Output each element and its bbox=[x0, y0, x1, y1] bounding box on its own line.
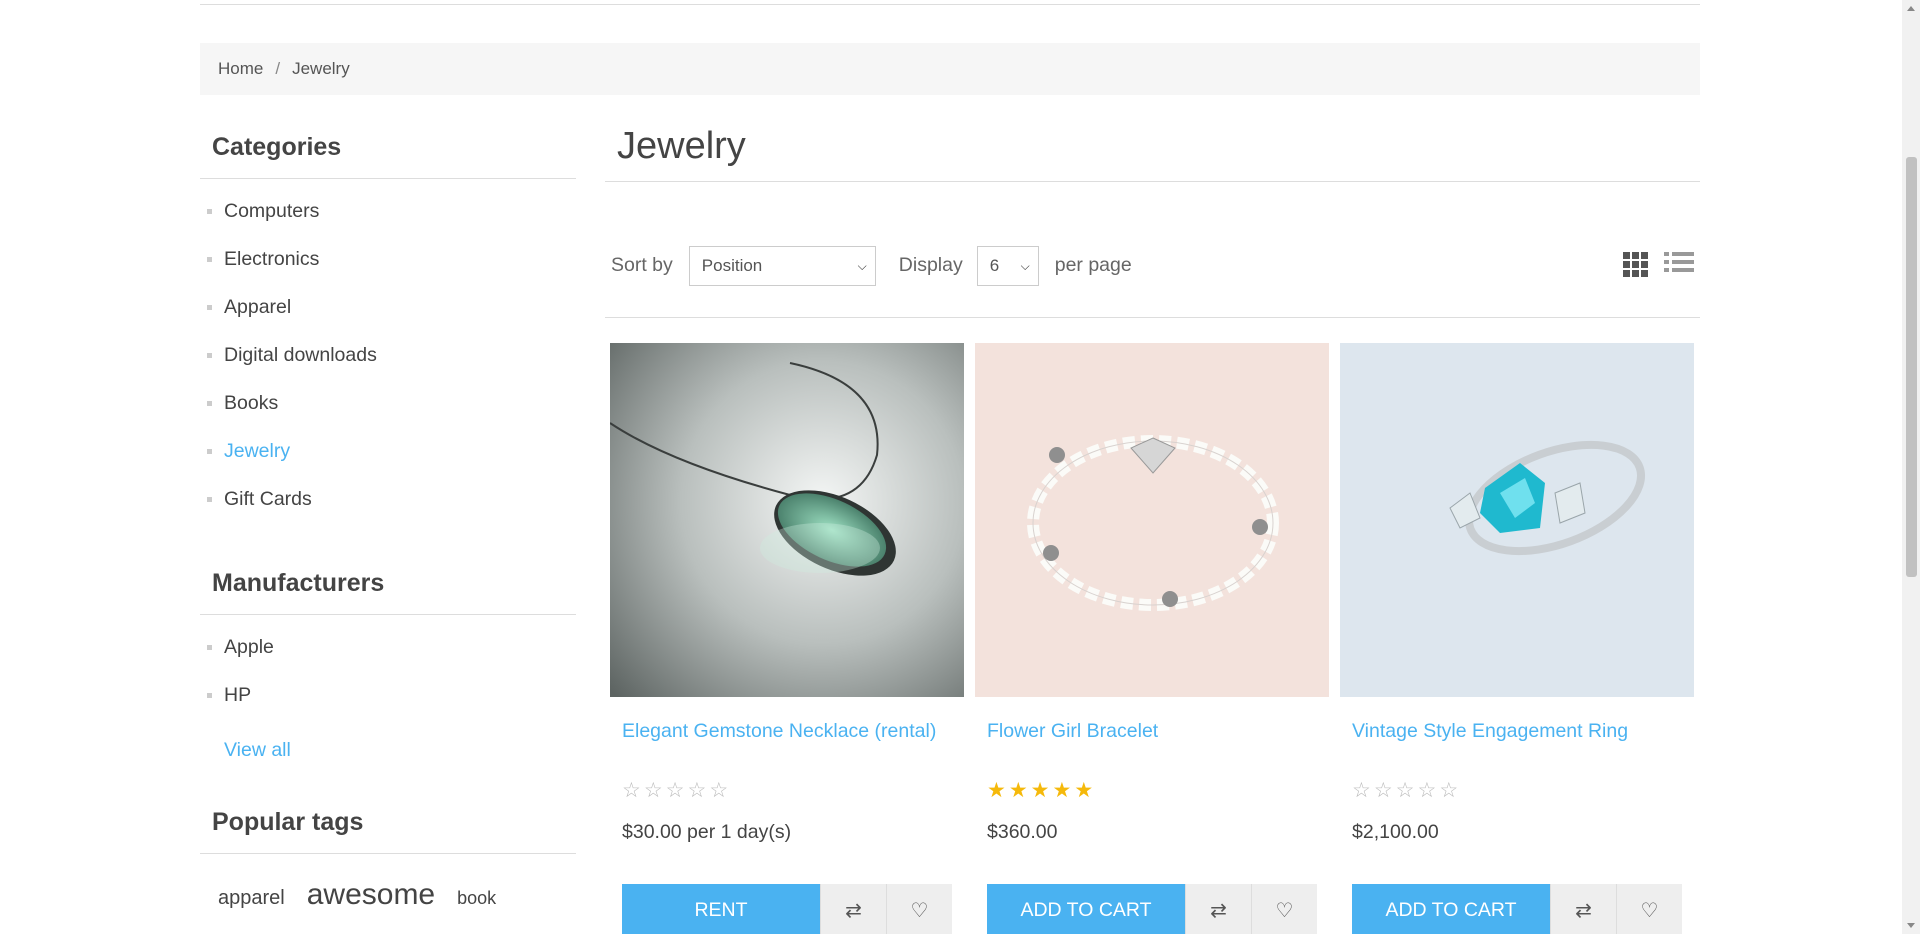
category-item-computers[interactable]: Computers bbox=[200, 193, 576, 241]
compare-icon: ⇄ bbox=[1210, 899, 1227, 922]
scroll-down-arrow-icon[interactable] bbox=[1907, 923, 1915, 928]
star-icon: ☆ bbox=[687, 779, 707, 802]
category-list: Computers Electronics Apparel Digital do… bbox=[200, 179, 576, 529]
star-icon: ☆ bbox=[1352, 779, 1371, 802]
popular-tags-title: Popular tags bbox=[200, 762, 576, 854]
star-icon: ★ bbox=[1074, 779, 1094, 802]
breadcrumb-home-link[interactable]: Home bbox=[218, 59, 263, 79]
product-price: $30.00 per 1 day(s) bbox=[622, 821, 792, 843]
product-price: $2,100.00 bbox=[1352, 821, 1439, 843]
sort-by-label: Sort by bbox=[611, 254, 673, 276]
product-item: Vintage Style Engagement Ring ☆ ☆ ☆ ☆ ☆ $2,1… bbox=[1340, 343, 1694, 934]
page-title: Jewelry bbox=[605, 125, 1700, 182]
category-item-books[interactable]: Books bbox=[200, 385, 576, 433]
heart-icon: ♡ bbox=[910, 899, 929, 922]
page-scrollbar[interactable] bbox=[1902, 0, 1920, 934]
product-image-ring[interactable] bbox=[1340, 343, 1694, 697]
product-actions: ADD TO CART ⇄ ♡ bbox=[987, 884, 1317, 934]
breadcrumb-separator: / bbox=[275, 59, 281, 78]
compare-button[interactable]: ⇄ bbox=[1550, 884, 1616, 934]
heart-icon: ♡ bbox=[1640, 899, 1659, 922]
star-icon: ★ bbox=[987, 779, 1006, 802]
wishlist-button[interactable]: ♡ bbox=[1616, 884, 1682, 934]
tag-awesome[interactable]: awesome bbox=[307, 878, 435, 912]
sidebar: Categories Computers Electronics Apparel… bbox=[200, 95, 576, 912]
scroll-up-arrow-icon[interactable] bbox=[1907, 6, 1915, 11]
product-rating: ☆ ☆ ☆ ☆ ☆ bbox=[610, 779, 964, 803]
page-size-select[interactable]: 6 ⌵ bbox=[976, 246, 1039, 286]
manufacturer-list: Apple HP bbox=[200, 615, 576, 725]
rent-button[interactable]: RENT bbox=[622, 884, 820, 934]
star-icon: ☆ bbox=[1439, 779, 1459, 802]
chevron-down-icon: ⌵ bbox=[1020, 258, 1030, 273]
chevron-down-icon: ⌵ bbox=[857, 258, 867, 273]
tag-cloud: apparel awesome book bbox=[200, 854, 576, 912]
per-page-label: per page bbox=[1054, 254, 1132, 276]
list-view-icon[interactable] bbox=[1664, 252, 1694, 277]
view-all-manufacturers-link[interactable]: View all bbox=[200, 739, 576, 762]
product-actions: RENT ⇄ ♡ bbox=[622, 884, 952, 934]
category-item-gift-cards[interactable]: Gift Cards bbox=[200, 481, 576, 529]
scrollbar-thumb[interactable] bbox=[1906, 157, 1917, 577]
add-to-cart-button[interactable]: ADD TO CART bbox=[1352, 884, 1550, 934]
star-icon: ☆ bbox=[1395, 779, 1415, 802]
product-title-link[interactable]: Flower Girl Bracelet bbox=[975, 719, 1329, 775]
star-icon: ☆ bbox=[665, 779, 685, 802]
category-item-apparel[interactable]: Apparel bbox=[200, 289, 576, 337]
header-divider bbox=[200, 4, 1700, 5]
category-item-jewelry[interactable]: Jewelry bbox=[200, 433, 576, 481]
star-icon: ★ bbox=[1052, 779, 1072, 802]
breadcrumb: Home / Jewelry bbox=[200, 43, 1700, 95]
categories-title: Categories bbox=[200, 95, 576, 179]
tag-apparel[interactable]: apparel bbox=[218, 887, 285, 910]
product-image-necklace[interactable] bbox=[610, 343, 964, 697]
star-icon: ☆ bbox=[622, 779, 641, 802]
compare-button[interactable]: ⇄ bbox=[820, 884, 886, 934]
compare-icon: ⇄ bbox=[845, 899, 862, 922]
view-mode-switch bbox=[1623, 246, 1700, 277]
product-rating: ☆ ☆ ☆ ☆ ☆ bbox=[1340, 779, 1694, 803]
sort-by-value: Position bbox=[701, 256, 763, 275]
manufacturer-item-apple[interactable]: Apple bbox=[200, 629, 576, 677]
product-title-link[interactable]: Vintage Style Engagement Ring bbox=[1340, 719, 1694, 775]
product-item: Elegant Gemstone Necklace (rental) ☆ ☆ ☆ ☆ ☆… bbox=[610, 343, 964, 934]
star-icon: ☆ bbox=[709, 779, 729, 802]
manufacturers-title: Manufacturers bbox=[200, 529, 576, 615]
product-image-bracelet[interactable] bbox=[975, 343, 1329, 697]
product-actions: ADD TO CART ⇄ ♡ bbox=[1352, 884, 1682, 934]
star-icon: ☆ bbox=[643, 779, 663, 802]
star-icon: ★ bbox=[1030, 779, 1050, 802]
product-price: $360.00 bbox=[987, 821, 1058, 843]
star-icon: ★ bbox=[1008, 779, 1028, 802]
display-label: Display bbox=[898, 254, 963, 276]
tag-book[interactable]: book bbox=[457, 888, 496, 909]
page-size-value: 6 bbox=[989, 256, 1000, 275]
star-icon: ☆ bbox=[1373, 779, 1393, 802]
product-rating: ★ ★ ★ ★ ★ bbox=[975, 779, 1329, 803]
heart-icon: ♡ bbox=[1275, 899, 1294, 922]
star-icon: ☆ bbox=[1417, 779, 1437, 802]
compare-button[interactable]: ⇄ bbox=[1185, 884, 1251, 934]
category-item-electronics[interactable]: Electronics bbox=[200, 241, 576, 289]
product-item: Flower Girl Bracelet ★ ★ ★ ★ ★ $360.00 ADD T… bbox=[975, 343, 1329, 934]
add-to-cart-button[interactable]: ADD TO CART bbox=[987, 884, 1185, 934]
manufacturer-item-hp[interactable]: HP bbox=[200, 677, 576, 725]
wishlist-button[interactable]: ♡ bbox=[886, 884, 952, 934]
category-item-digital-downloads[interactable]: Digital downloads bbox=[200, 337, 576, 385]
product-title-link[interactable]: Elegant Gemstone Necklace (rental) bbox=[610, 719, 964, 775]
grid-view-icon[interactable] bbox=[1623, 252, 1648, 277]
product-toolbar: Sort by Position ⌵ Display 6 ⌵ per page bbox=[605, 238, 1700, 318]
breadcrumb-current: Jewelry bbox=[292, 59, 350, 78]
wishlist-button[interactable]: ♡ bbox=[1251, 884, 1317, 934]
compare-icon: ⇄ bbox=[1575, 899, 1592, 922]
sort-by-select[interactable]: Position ⌵ bbox=[688, 246, 876, 286]
